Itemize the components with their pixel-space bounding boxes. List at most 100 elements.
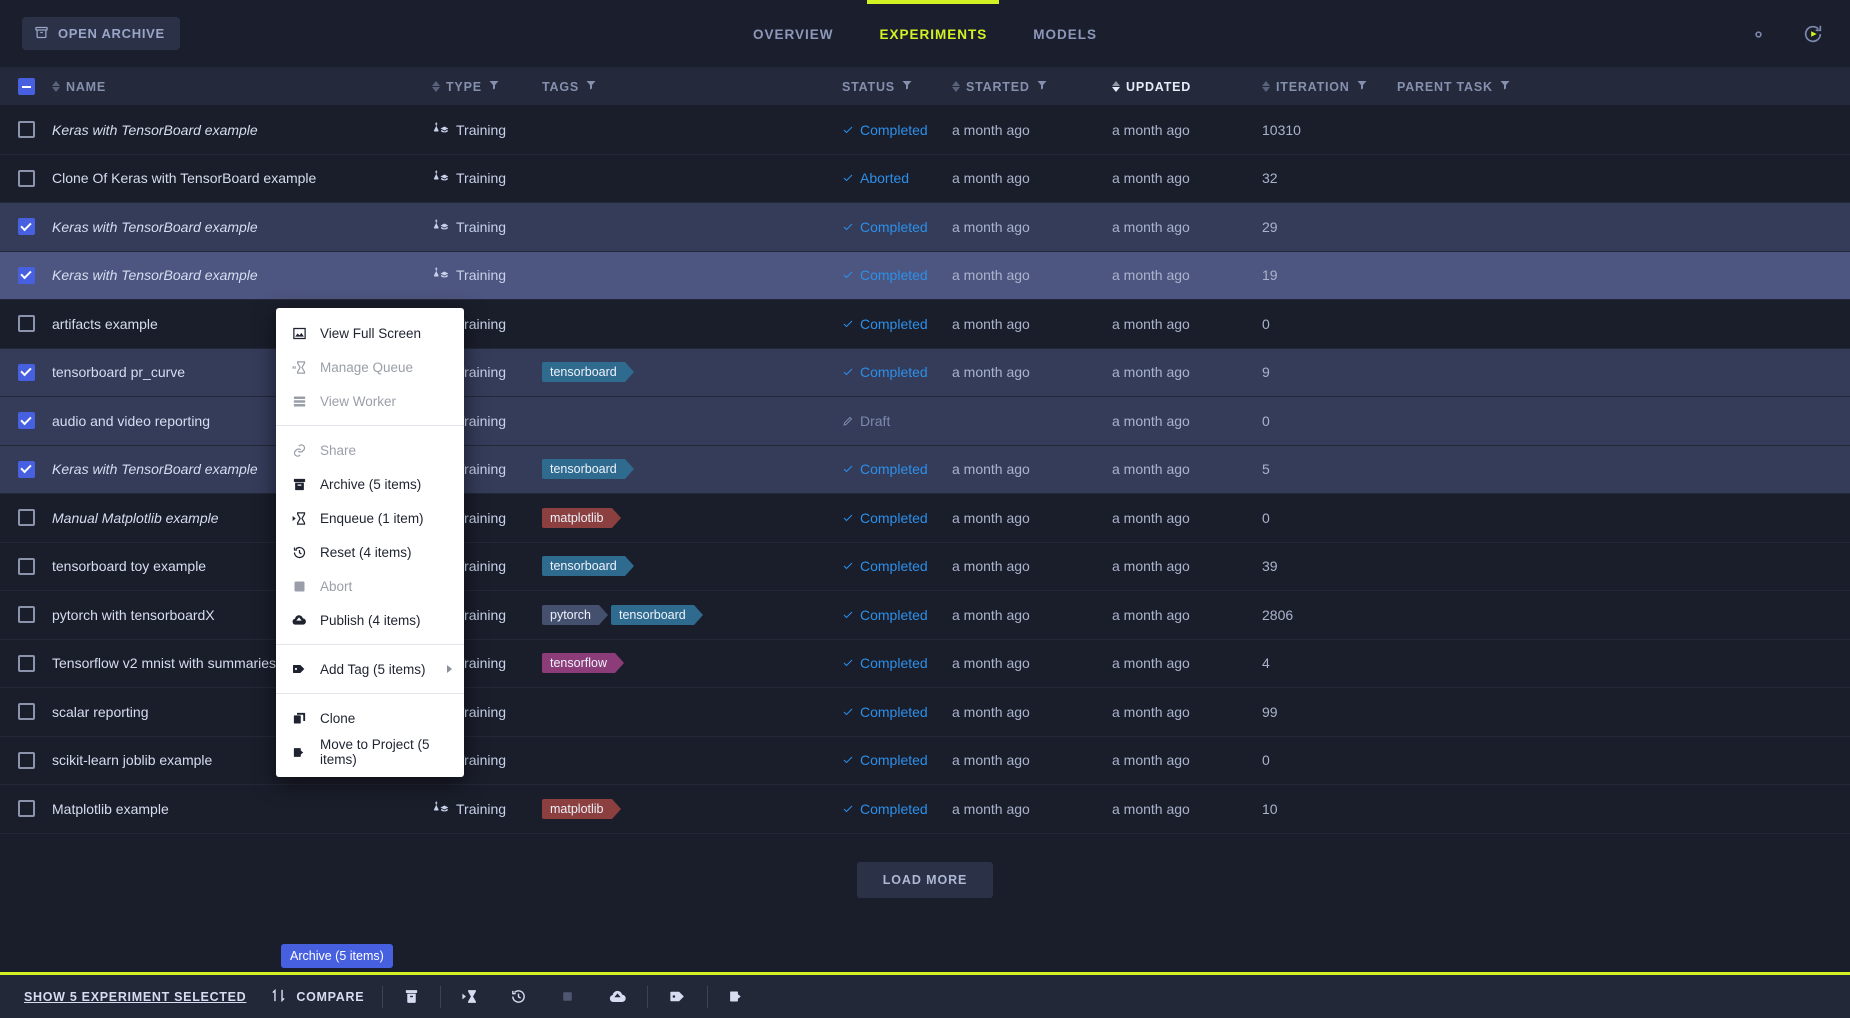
chevron-right-icon [447, 665, 452, 673]
footer-stop-square-icon[interactable] [543, 977, 592, 1017]
row-checkbox[interactable] [18, 655, 35, 672]
row-status-cell: Completed [842, 704, 952, 720]
tag-chip[interactable]: pytorch [542, 605, 599, 625]
row-select-cell[interactable] [0, 752, 52, 769]
refresh-play-icon[interactable] [1798, 19, 1828, 49]
tag-chip[interactable]: matplotlib [542, 508, 612, 528]
row-checkbox[interactable] [18, 509, 35, 526]
filter-icon[interactable] [585, 79, 597, 94]
row-checkbox[interactable] [18, 121, 35, 138]
archive-box-icon [290, 477, 308, 492]
column-header-status[interactable]: STATUS [842, 79, 952, 94]
row-select-cell[interactable] [0, 315, 52, 332]
row-select-cell[interactable] [0, 412, 52, 429]
row-checkbox[interactable] [18, 800, 35, 817]
row-select-cell[interactable] [0, 121, 52, 138]
column-header-type[interactable]: TYPE [432, 79, 542, 94]
row-select-cell[interactable] [0, 509, 52, 526]
menu-item-label: Abort [320, 579, 352, 594]
column-header-updated[interactable]: UPDATED [1112, 80, 1262, 94]
column-header-tags[interactable]: TAGS [542, 79, 842, 94]
tab-experiments[interactable]: EXPERIMENTS [879, 0, 987, 68]
row-updated-cell: a month ago [1112, 461, 1262, 477]
row-checkbox[interactable] [18, 752, 35, 769]
column-header-iteration[interactable]: ITERATION [1262, 79, 1397, 94]
row-select-cell[interactable] [0, 606, 52, 623]
row-checkbox[interactable] [18, 170, 35, 187]
gear-icon[interactable] [1745, 21, 1772, 48]
table-row[interactable]: Clone Of Keras with TensorBoard exampleT… [0, 155, 1850, 204]
row-select-cell[interactable] [0, 558, 52, 575]
table-row[interactable]: Matplotlib exampleTrainingmatplotlibComp… [0, 785, 1850, 834]
table-row[interactable]: Keras with TensorBoard exampleTrainingCo… [0, 252, 1850, 301]
row-updated-cell: a month ago [1112, 316, 1262, 332]
tag-chip[interactable]: tensorboard [542, 362, 625, 382]
show-selected-link[interactable]: SHOW 5 EXPERIMENT SELECTED [14, 990, 256, 1004]
table-row[interactable]: Keras with TensorBoard exampleTrainingCo… [0, 106, 1850, 155]
open-archive-button[interactable]: OPEN ARCHIVE [22, 17, 180, 50]
footer-enqueue-hourglass-icon[interactable] [445, 977, 494, 1017]
tag-chip[interactable]: tensorboard [542, 459, 625, 479]
row-select-cell[interactable] [0, 267, 52, 284]
select-all-checkbox[interactable] [18, 78, 35, 95]
row-checkbox[interactable] [18, 315, 35, 332]
row-select-cell[interactable] [0, 170, 52, 187]
row-select-cell[interactable] [0, 218, 52, 235]
footer-tag-icon[interactable] [652, 977, 703, 1017]
row-checkbox[interactable] [18, 364, 35, 381]
footer-move-to-project-icon[interactable] [712, 977, 761, 1017]
row-checkbox[interactable] [18, 461, 35, 478]
row-started-cell: a month ago [952, 607, 1112, 623]
compare-button[interactable]: COMPARE [256, 977, 378, 1017]
tag-chip[interactable]: tensorboard [611, 605, 694, 625]
row-name-cell: Matplotlib example [52, 801, 432, 817]
row-context-menu[interactable]: View Full ScreenManage QueueView WorkerS… [276, 308, 464, 777]
menu-item-archive-5-items[interactable]: Archive (5 items) [276, 467, 464, 501]
select-all-cell[interactable] [0, 78, 52, 95]
row-type-cell: Training [432, 266, 542, 284]
filter-icon[interactable] [1499, 79, 1511, 94]
row-checkbox[interactable] [18, 412, 35, 429]
row-checkbox[interactable] [18, 703, 35, 720]
row-checkbox[interactable] [18, 558, 35, 575]
filter-icon[interactable] [488, 79, 500, 94]
filter-icon[interactable] [901, 79, 913, 94]
column-header-parent-task[interactable]: PARENT TASK [1397, 79, 1577, 94]
footer-archive-box-icon[interactable] [387, 977, 436, 1017]
row-checkbox[interactable] [18, 606, 35, 623]
row-select-cell[interactable] [0, 800, 52, 817]
menu-item-add-tag-5-items[interactable]: Add Tag (5 items) [276, 652, 464, 686]
menu-item-move-to-project-5-items[interactable]: Move to Project (5 items) [276, 735, 464, 769]
filter-icon[interactable] [1356, 79, 1368, 94]
tag-chip[interactable]: matplotlib [542, 799, 612, 819]
status-label: Completed [860, 752, 928, 768]
menu-item-clone[interactable]: Clone [276, 701, 464, 735]
footer-reset-clock-icon[interactable] [494, 977, 543, 1017]
row-select-cell[interactable] [0, 364, 52, 381]
menu-item-label: View Full Screen [320, 326, 421, 341]
row-updated-cell: a month ago [1112, 364, 1262, 380]
menu-item-enqueue-1-item[interactable]: Enqueue (1 item) [276, 501, 464, 535]
menu-item-reset-4-items[interactable]: Reset (4 items) [276, 535, 464, 569]
column-header-started[interactable]: STARTED [952, 79, 1112, 94]
tag-chip[interactable]: tensorboard [542, 556, 625, 576]
type-label: Training [456, 170, 506, 186]
row-select-cell[interactable] [0, 461, 52, 478]
filter-icon[interactable] [1036, 79, 1048, 94]
tag-chip[interactable]: tensorflow [542, 653, 615, 673]
menu-item-label: Share [320, 443, 356, 458]
footer-publish-cloud-icon[interactable] [592, 977, 643, 1017]
row-iteration-cell: 2806 [1262, 607, 1397, 623]
row-select-cell[interactable] [0, 703, 52, 720]
row-checkbox[interactable] [18, 218, 35, 235]
column-header-name[interactable]: NAME [52, 80, 432, 94]
training-type-icon [432, 218, 449, 236]
tab-overview[interactable]: OVERVIEW [753, 0, 834, 68]
menu-item-publish-4-items[interactable]: Publish (4 items) [276, 603, 464, 637]
menu-item-view-full-screen[interactable]: View Full Screen [276, 316, 464, 350]
table-row[interactable]: Keras with TensorBoard exampleTrainingCo… [0, 203, 1850, 252]
row-checkbox[interactable] [18, 267, 35, 284]
tab-models[interactable]: MODELS [1033, 0, 1097, 68]
load-more-button[interactable]: LOAD MORE [857, 862, 994, 898]
row-select-cell[interactable] [0, 655, 52, 672]
